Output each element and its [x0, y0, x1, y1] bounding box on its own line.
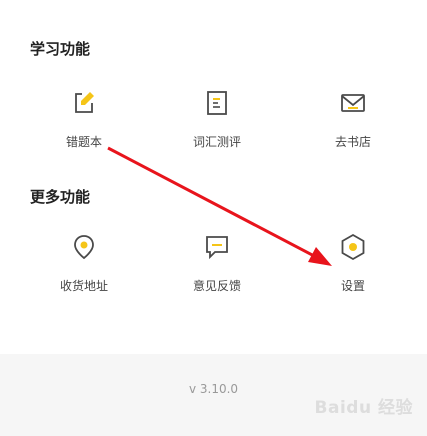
wrong-questions-item[interactable]: 错题本	[29, 89, 139, 150]
more-section-title: 更多功能	[30, 188, 91, 206]
feedback-label: 意见反馈	[192, 279, 241, 293]
learning-section-title: 学习功能	[30, 40, 91, 58]
settings-label: 设置	[340, 279, 365, 293]
shipping-address-item[interactable]: 收货地址	[29, 233, 139, 294]
watermark-text: Baidu 经验	[314, 398, 413, 418]
shipping-address-label: 收货地址	[59, 279, 108, 293]
vocabulary-test-label: 词汇测评	[192, 135, 241, 149]
wrong-questions-label: 错题本	[65, 135, 102, 149]
vocabulary-test-item[interactable]: 词汇测评	[162, 89, 272, 150]
document-list-icon	[207, 91, 227, 115]
bookstore-label: 去书店	[334, 135, 371, 149]
settings-item[interactable]: 设置	[298, 233, 408, 294]
settings-hexagon-icon	[341, 233, 365, 261]
envelope-icon	[341, 94, 365, 112]
location-pin-icon	[74, 235, 94, 260]
feedback-message-icon	[206, 236, 228, 260]
edit-note-icon	[75, 92, 94, 113]
bookstore-item[interactable]: 去书店	[298, 89, 408, 150]
feedback-item[interactable]: 意见反馈	[162, 233, 272, 294]
